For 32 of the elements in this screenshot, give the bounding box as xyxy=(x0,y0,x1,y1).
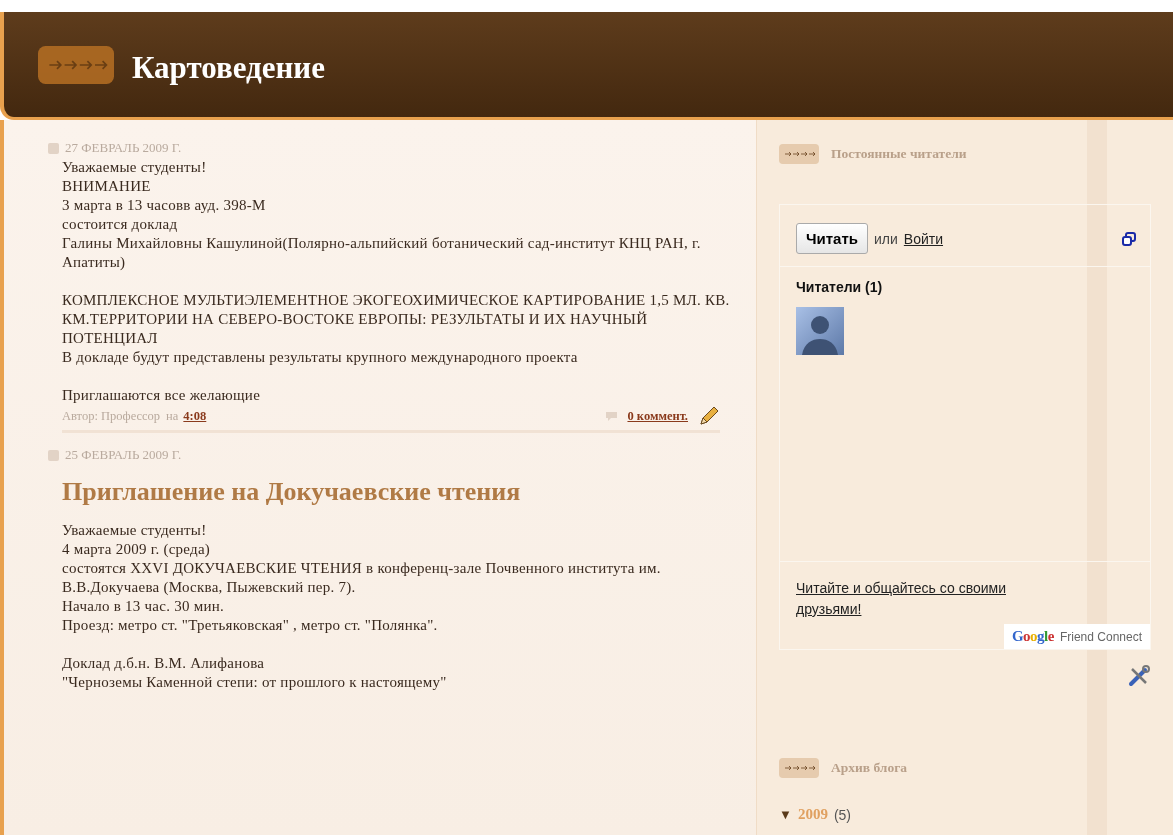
post-count: (5) xyxy=(833,806,851,823)
blog-title: Картоведение xyxy=(132,49,325,86)
bullet-icon xyxy=(48,142,59,154)
post-paragraph: Уважаемые студенты! ВНИМАНИЕ 3 марта в 13 часовв ауд. 398-М состоится доклад Галины Михайловны Кашулиной(Полярно-альпийский ботанический сад-институт КНЦ РАН, г. Апатиты) xyxy=(62,158,702,272)
bullet-icon xyxy=(48,449,59,461)
post-at: на xyxy=(166,408,179,424)
post-paragraph: Приглашаются все желающие xyxy=(62,386,262,405)
friend-connect-badge: Google Friend Connect xyxy=(1003,624,1150,649)
post-author: Автор: Профессор xyxy=(62,408,161,424)
pencil-icon[interactable] xyxy=(698,405,720,427)
post-date: 25 ФЕВРАЛЬ 2009 Г. xyxy=(65,447,182,463)
invite-link[interactable]: Читайте и общайтесь со своими друзьями! xyxy=(796,578,1060,620)
post-paragraph: КОМПЛЕКСНОЕ МУЛЬТИЭЛЕМЕНТНОЕ ЭКОГЕОХИМИЧЕСКОЕ КАРТИРОВАНИЕ 1,5 МЛ. КВ. КМ.ТЕРРИТОРИИ НА СЕВЕРО-ВОСТОКЕ ЕВРОПЫ: РЕЗУЛЬТАТЫ И ИХ НАУЧНЫЙ ПОТЕНЦИАЛ В докладе будут представлены результаты крупного международного проекта xyxy=(62,291,731,367)
arrows-icon xyxy=(779,144,819,164)
tools-icon[interactable] xyxy=(1127,664,1151,688)
or-text: или xyxy=(874,230,898,247)
windows-icon[interactable] xyxy=(1122,231,1136,246)
comment-icon xyxy=(605,410,619,422)
avatar-icon[interactable] xyxy=(796,307,844,355)
post-paragraph: Уважаемые студенты! 4 марта 2009 г. (среда) состоятся XXVI ДОКУЧАЕВСКИЕ ЧТЕНИЯ в конференц-зале Почвенного института им. В.В.Докучаева (Москва, Пыжевский пер. 7). Начало в 13 час. 30 мин. Проезд: метро ст. "Третьяковская" , метро ст. "Полянка". xyxy=(62,521,662,635)
comments-link[interactable]: 0 коммент. xyxy=(627,408,688,424)
post-title: Приглашение на Докучаевские чтения xyxy=(62,477,522,507)
widget-heading: Постоянные читатели xyxy=(831,146,967,162)
expand-toggle[interactable]: ▼ xyxy=(779,806,792,823)
post-date: 27 ФЕВРАЛЬ 2009 Г. xyxy=(65,140,182,156)
readers-label: Читатели (1) xyxy=(796,279,884,295)
arrows-icon xyxy=(779,758,819,778)
login-link[interactable]: Войти xyxy=(903,230,944,247)
widget-heading: Архив блога xyxy=(831,760,908,776)
post-paragraph: Доклад д.б.н. В.М. Алифанова "Черноземы Каменной степи: от прошлого к настоящему" xyxy=(62,654,448,692)
post-time-link[interactable]: 4:08 xyxy=(183,408,207,424)
follow-button[interactable]: Читать xyxy=(796,223,869,254)
